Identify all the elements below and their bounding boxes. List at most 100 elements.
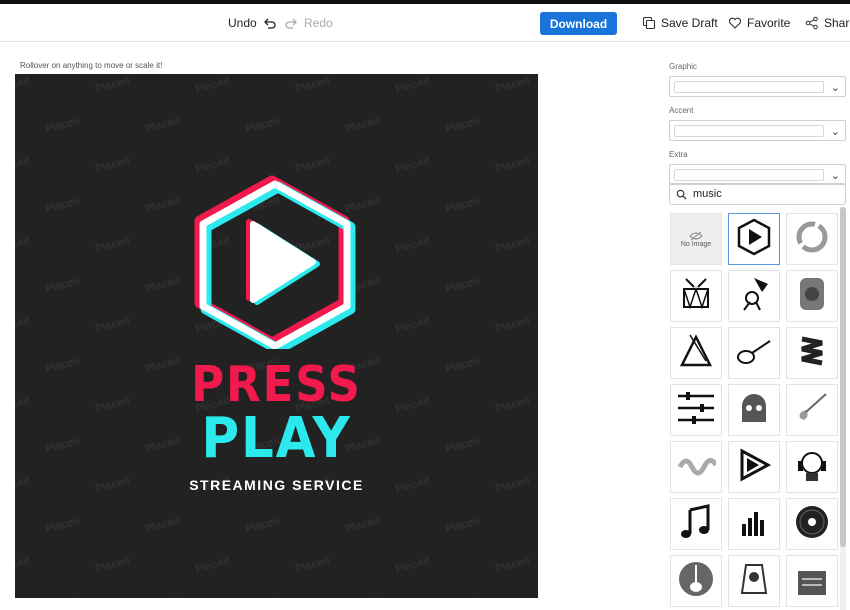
watermark-text: Placeit bbox=[15, 234, 32, 256]
graphic-color-swatch bbox=[674, 81, 824, 93]
watermark-text: Placeit bbox=[394, 74, 432, 96]
thumbnail-play-triangles-icon[interactable] bbox=[728, 441, 780, 493]
watermark-text: Placeit bbox=[444, 114, 482, 136]
extra-color-swatch bbox=[674, 169, 824, 181]
thumbnail-ornament-icon[interactable] bbox=[728, 555, 780, 607]
save-draft-button[interactable]: Save Draft bbox=[642, 4, 718, 42]
watermark-text: Placeit bbox=[244, 514, 282, 536]
favorite-label: Favorite bbox=[747, 16, 791, 30]
chevron-down-icon: ⌄ bbox=[830, 82, 840, 94]
equalizer-sliders-icon bbox=[676, 388, 716, 433]
triangle-instrument-icon bbox=[676, 331, 716, 376]
share-label: Share bbox=[824, 16, 850, 30]
bars-icon bbox=[734, 502, 774, 547]
ornament-icon bbox=[734, 559, 774, 604]
thumbnail-guitar-icon[interactable] bbox=[728, 327, 780, 379]
design-canvas[interactable]: Placeit Placeit Placeit Placeit Placeit Place… bbox=[15, 74, 538, 598]
search-value: music bbox=[693, 188, 722, 200]
chevron-down-icon: ⌄ bbox=[830, 170, 840, 182]
headphones-robot-icon bbox=[792, 445, 832, 490]
watermark-text: Placeit bbox=[444, 274, 482, 296]
watermark-text: Placeit bbox=[494, 554, 532, 576]
thumbnail-ring-icon[interactable] bbox=[786, 213, 838, 265]
watermark-text: Placeit bbox=[144, 595, 181, 598]
watermark-text: Placeit bbox=[494, 154, 532, 176]
electric-guitar-icon bbox=[792, 388, 832, 433]
scrollbar-thumb[interactable] bbox=[840, 207, 846, 547]
watermark-text: Placeit bbox=[444, 595, 481, 598]
graphic-thumbnail-grid: No Image bbox=[668, 211, 840, 610]
guitar-icon bbox=[734, 331, 774, 376]
copy-icon bbox=[642, 16, 656, 30]
thumbnail-skull-icon[interactable] bbox=[728, 384, 780, 436]
thumbnail-play-hexagon-icon[interactable] bbox=[728, 213, 780, 265]
no-image-label: No Image bbox=[680, 240, 712, 248]
gramophone-musician-icon bbox=[734, 274, 774, 319]
hidden-eye-icon bbox=[689, 231, 703, 240]
download-button[interactable]: Download bbox=[540, 12, 617, 35]
watermark-text: Placeit bbox=[394, 314, 432, 336]
share-button[interactable]: Share bbox=[805, 4, 850, 42]
redo-label: Redo bbox=[304, 16, 333, 30]
watermark-text: Placeit bbox=[394, 234, 432, 256]
thumbnail-sheet-music-icon[interactable] bbox=[786, 555, 838, 607]
thumbnail-drum-icon[interactable] bbox=[670, 270, 722, 322]
extra-label: Extra bbox=[669, 150, 688, 159]
thumbnail-vinyl-record-icon[interactable] bbox=[786, 498, 838, 550]
extra-select[interactable]: ⌄ bbox=[669, 164, 846, 185]
favorite-button[interactable]: Favorite bbox=[728, 4, 790, 42]
thumbnail-gramophone-musician-icon[interactable] bbox=[728, 270, 780, 322]
thumbnail-sound-wave-icon[interactable] bbox=[670, 441, 722, 493]
share-icon bbox=[805, 16, 818, 30]
play-triangles-icon bbox=[734, 445, 774, 490]
watermark-text: Placeit bbox=[244, 595, 281, 598]
watermark-text: Placeit bbox=[44, 194, 82, 216]
watermark-text: Placeit bbox=[394, 554, 432, 576]
speaker-radio-icon bbox=[792, 274, 832, 319]
graphic-search-input[interactable]: music bbox=[669, 183, 846, 205]
watermark-text: Placeit bbox=[194, 74, 232, 96]
watermark-text: Placeit bbox=[94, 154, 132, 176]
redo-button[interactable]: Redo bbox=[284, 4, 333, 42]
thumbnail-guitar-circle-icon[interactable] bbox=[670, 555, 722, 607]
search-icon bbox=[676, 189, 687, 200]
watermark-text: Placeit bbox=[94, 314, 132, 336]
graphic-label: Graphic bbox=[669, 62, 698, 71]
watermark-text: Placeit bbox=[94, 554, 132, 576]
thumbnail-equalizer-sliders-icon[interactable] bbox=[670, 384, 722, 436]
tagline[interactable]: STREAMING SERVICE bbox=[15, 477, 538, 493]
title-press[interactable]: PRESS bbox=[36, 356, 517, 413]
watermark-text: Placeit bbox=[15, 154, 32, 176]
sound-wave-icon bbox=[676, 445, 719, 490]
heart-icon bbox=[728, 17, 742, 29]
undo-icon bbox=[263, 18, 276, 29]
thumbnail-headphones-robot-icon[interactable] bbox=[786, 441, 838, 493]
graphic-select[interactable]: ⌄ bbox=[669, 76, 846, 97]
watermark-text: Placeit bbox=[294, 554, 332, 576]
vinyl-record-icon bbox=[792, 502, 832, 547]
watermark-text: Placeit bbox=[344, 114, 382, 136]
guitar-circle-icon bbox=[676, 559, 716, 604]
watermark-text: Placeit bbox=[44, 595, 81, 598]
undo-label: Undo bbox=[228, 16, 257, 30]
play-hexagon-logo[interactable] bbox=[185, 174, 365, 349]
thumbnail-speaker-radio-icon[interactable] bbox=[786, 270, 838, 322]
watermark-text: Placeit bbox=[144, 114, 182, 136]
title-play[interactable]: PLAY bbox=[36, 406, 517, 471]
no-image-thumbnail[interactable]: No Image bbox=[670, 213, 722, 265]
accent-select[interactable]: ⌄ bbox=[669, 120, 846, 141]
undo-button[interactable]: Undo bbox=[228, 4, 277, 42]
thumbnail-electric-guitar-icon[interactable] bbox=[786, 384, 838, 436]
watermark-text: Placeit bbox=[144, 274, 182, 296]
chevron-down-icon: ⌄ bbox=[830, 126, 840, 138]
thumbnail-music-note-icon[interactable] bbox=[670, 498, 722, 550]
thumbnail-triangle-instrument-icon[interactable] bbox=[670, 327, 722, 379]
watermark-text: Placeit bbox=[294, 74, 332, 96]
watermark-text: Placeit bbox=[344, 514, 382, 536]
music-note-icon bbox=[676, 502, 716, 547]
drum-icon bbox=[676, 274, 716, 319]
accent-color-swatch bbox=[674, 125, 824, 137]
watermark-text: Placeit bbox=[15, 74, 32, 96]
thumbnail-ribbon-icon[interactable] bbox=[786, 327, 838, 379]
thumbnail-bars-icon[interactable] bbox=[728, 498, 780, 550]
